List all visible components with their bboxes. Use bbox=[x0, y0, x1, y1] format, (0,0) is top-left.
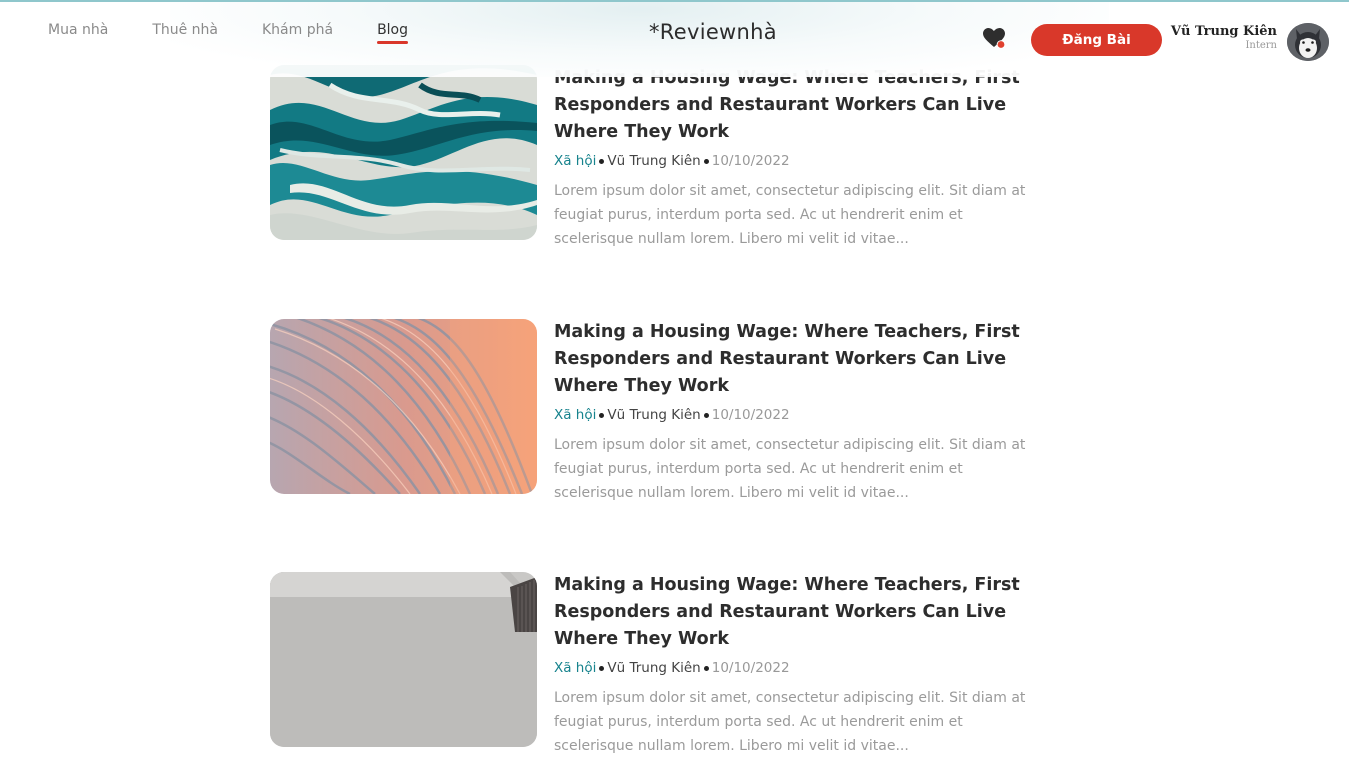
notification-dot bbox=[997, 41, 1005, 48]
nav-item-kham-pha[interactable]: Khám phá bbox=[262, 22, 333, 42]
post-title[interactable]: Making a Housing Wage: Where Teachers, F… bbox=[554, 572, 1059, 653]
user-name: Vũ Trung Kiên bbox=[1170, 24, 1277, 39]
separator-dot bbox=[703, 665, 709, 671]
post-title[interactable]: Making a Housing Wage: Where Teachers, F… bbox=[554, 319, 1059, 400]
favorites-heart-icon[interactable] bbox=[982, 26, 1006, 49]
blog-post-card[interactable]: Making a Housing Wage: Where Teachers, F… bbox=[270, 572, 1060, 754]
post-body: Making a Housing Wage: Where Teachers, F… bbox=[554, 572, 1059, 758]
post-thumbnail[interactable] bbox=[270, 572, 537, 747]
teal-marble-image bbox=[270, 65, 537, 240]
nav-item-blog[interactable]: Blog bbox=[377, 22, 408, 44]
post-thumbnail[interactable] bbox=[270, 65, 537, 240]
top-header: Mua nhà Thuê nhà Khám phá Blog *Reviewnh… bbox=[0, 0, 1349, 77]
nav-item-mua-nha[interactable]: Mua nhà bbox=[48, 22, 108, 42]
post-date: 10/10/2022 bbox=[711, 407, 790, 423]
post-date: 10/10/2022 bbox=[711, 153, 790, 169]
post-category[interactable]: Xã hội bbox=[554, 658, 596, 678]
post-body: Making a Housing Wage: Where Teachers, F… bbox=[554, 65, 1059, 251]
blog-post-card[interactable]: Making a Housing Wage: Where Teachers, F… bbox=[270, 319, 1060, 501]
separator-dot bbox=[599, 665, 605, 671]
post-meta: Xã hội Vũ Trung Kiên 10/10/2022 bbox=[554, 151, 1059, 171]
post-title[interactable]: Making a Housing Wage: Where Teachers, F… bbox=[554, 65, 1059, 146]
coral-waves-image bbox=[270, 319, 537, 494]
blog-post-card[interactable]: Making a Housing Wage: Where Teachers, F… bbox=[270, 65, 1060, 247]
post-author: Vũ Trung Kiên bbox=[607, 407, 701, 423]
post-excerpt: Lorem ipsum dolor sit amet, consectetur … bbox=[554, 437, 1026, 501]
nav-item-thue-nha[interactable]: Thuê nhà bbox=[152, 22, 218, 42]
husky-avatar-image bbox=[1287, 23, 1329, 61]
post-body: Making a Housing Wage: Where Teachers, F… bbox=[554, 319, 1059, 505]
post-category[interactable]: Xã hội bbox=[554, 151, 596, 171]
separator-dot bbox=[703, 158, 709, 164]
main-nav: Mua nhà Thuê nhà Khám phá Blog bbox=[48, 22, 408, 44]
separator-dot bbox=[599, 412, 605, 418]
post-meta: Xã hội Vũ Trung Kiên 10/10/2022 bbox=[554, 658, 1059, 678]
post-meta: Xã hội Vũ Trung Kiên 10/10/2022 bbox=[554, 405, 1059, 425]
post-excerpt: Lorem ipsum dolor sit amet, consectetur … bbox=[554, 690, 1026, 754]
post-thumbnail[interactable] bbox=[270, 319, 537, 494]
grey-concrete-image bbox=[270, 572, 537, 747]
site-logo[interactable]: *Reviewnhà bbox=[649, 20, 777, 44]
post-author: Vũ Trung Kiên bbox=[607, 153, 701, 169]
post-category[interactable]: Xã hội bbox=[554, 405, 596, 425]
post-date: 10/10/2022 bbox=[711, 660, 790, 676]
user-info[interactable]: Vũ Trung Kiên Intern bbox=[1171, 24, 1277, 52]
avatar[interactable] bbox=[1287, 23, 1329, 61]
post-excerpt: Lorem ipsum dolor sit amet, consectetur … bbox=[554, 183, 1026, 247]
separator-dot bbox=[703, 412, 709, 418]
post-author: Vũ Trung Kiên bbox=[607, 660, 701, 676]
separator-dot bbox=[599, 158, 605, 164]
post-article-button[interactable]: Đăng Bài bbox=[1031, 24, 1162, 56]
user-role: Intern bbox=[1245, 40, 1277, 51]
